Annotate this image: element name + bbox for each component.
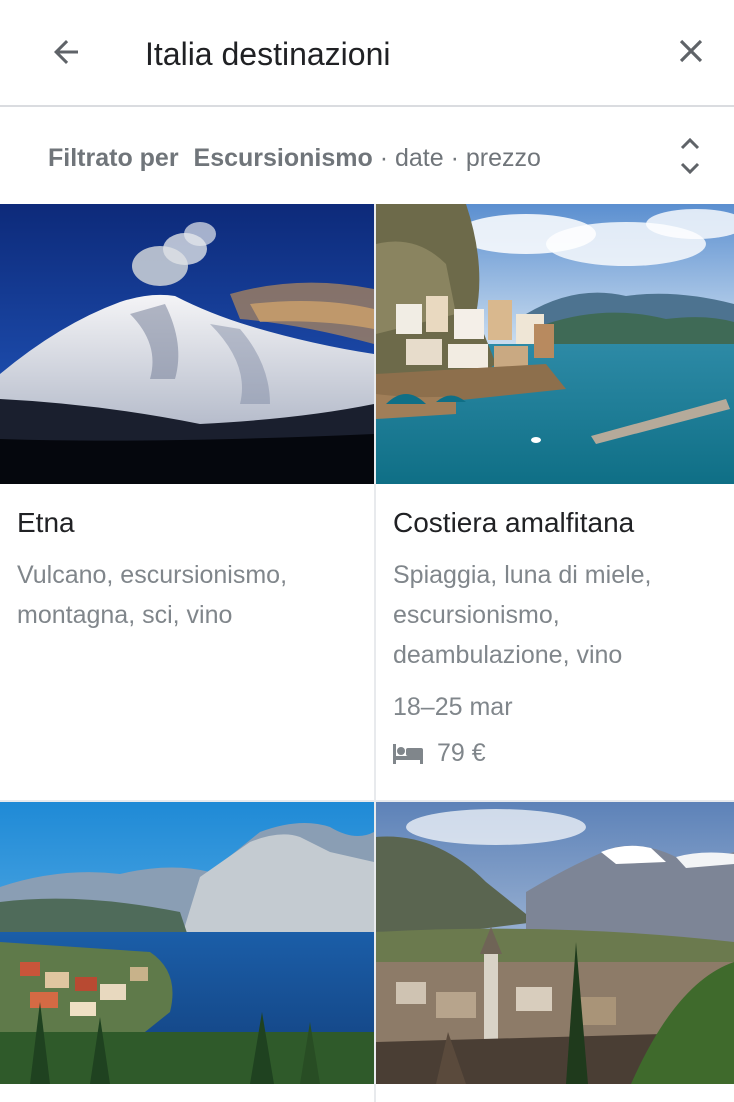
card-title: Etna [17, 507, 75, 538]
volcano-snow-photo [0, 204, 374, 484]
destination-card-costiera-amalfitana[interactable]: Costiera amalfitana Spiaggia, luna di mi… [376, 204, 734, 800]
search-query[interactable]: Italia destinazioni [145, 34, 390, 74]
arrow-back-icon [54, 40, 78, 64]
close-icon [679, 39, 703, 63]
lake-mountains-photo [0, 802, 374, 1084]
filter-label: Filtrato per [48, 144, 179, 172]
destination-card-valley[interactable] [376, 802, 734, 1102]
filter-bar[interactable]: Filtrato per Escursionismo · date · prez… [0, 107, 734, 204]
close-button[interactable] [664, 24, 718, 78]
destination-card-etna[interactable]: Etna Vulcano, escursionismo, montagna, s… [0, 204, 374, 800]
destination-card-lake[interactable] [0, 802, 374, 1102]
back-button[interactable] [40, 26, 92, 78]
card-tags: Vulcano, escursionismo, montagna, sci, v… [17, 561, 288, 629]
filter-summary: Filtrato per Escursionismo · date · prez… [48, 143, 541, 173]
card-dates: 18–25 mar [393, 693, 513, 721]
card-tags: Spiaggia, luna di miele, escursionismo, … [393, 561, 652, 669]
coastline-photo [376, 204, 734, 484]
unfold-more-icon[interactable] [676, 134, 704, 178]
card-title: Costiera amalfitana [393, 507, 635, 538]
card-price: 79 € [393, 736, 486, 770]
filter-options: · date · prezzo [379, 144, 541, 172]
filter-active: Escursionismo [193, 144, 373, 172]
price-value: 79 € [437, 739, 486, 767]
valley-town-photo [376, 802, 734, 1084]
search-header: Italia destinazioni [0, 0, 734, 107]
destination-grid: Etna Vulcano, escursionismo, montagna, s… [0, 204, 734, 1102]
hotel-bed-icon [393, 742, 423, 764]
